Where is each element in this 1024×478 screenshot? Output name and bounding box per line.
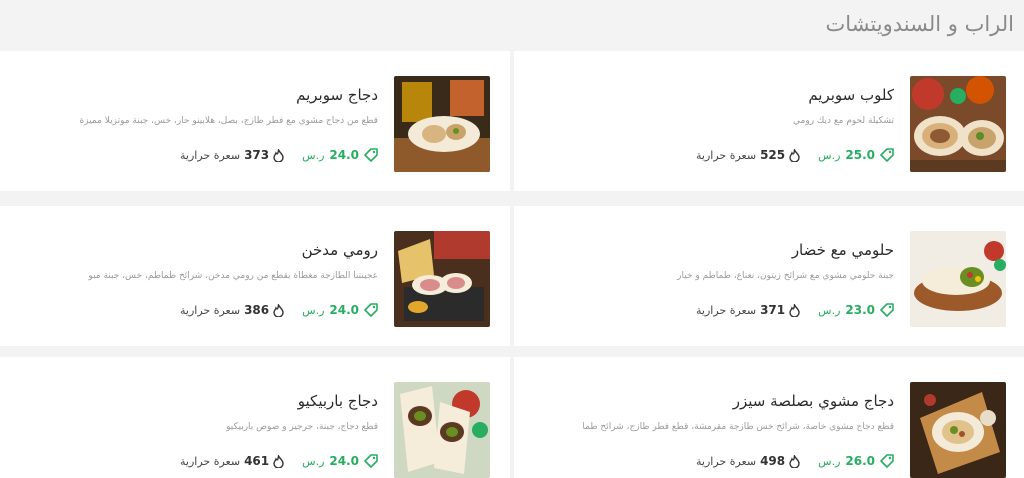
price-value: 25.0 [845, 148, 875, 162]
price-value: 24.0 [329, 148, 359, 162]
item-description: تشكيلة لحوم مع ديك رومي [793, 116, 894, 126]
wrap-photo [910, 382, 1006, 478]
flame-icon [789, 454, 800, 468]
item-description: قطع دجاج، جبنة، جرجير و صوص باربيكيو [226, 422, 378, 432]
calories-label: سعرة حرارية [180, 454, 241, 468]
price-value: 26.0 [845, 454, 875, 468]
menu-item-card[interactable]: دجاج باربيكيو قطع دجاج، جبنة، جرجير و صو… [0, 357, 510, 478]
calories: 525 سعرة حرارية [696, 148, 800, 162]
calories: 461 سعرة حرارية [180, 454, 284, 468]
flame-icon [273, 303, 284, 317]
wrap-photo [394, 382, 490, 478]
calories-label: سعرة حرارية [696, 148, 757, 162]
flame-icon [273, 454, 284, 468]
calories-label: سعرة حرارية [696, 303, 757, 317]
price: 23.0 ر.س [818, 303, 894, 317]
menu-item-card[interactable]: رومي مدخن عجينتنا الطازجة مغطاة بقطع من … [0, 206, 510, 346]
section-title: الراب و السندويتشات [825, 12, 1014, 36]
item-name: رومي مدخن [301, 241, 378, 259]
wrap-photo [394, 231, 490, 327]
item-description: قطع دجاج مشوي خاصة، شرائح خس طازجة مقرمش… [582, 422, 894, 432]
item-meta: 24.0 ر.س 461 سعرة حرارية [180, 454, 378, 468]
flame-icon [789, 303, 800, 317]
calories-label: سعرة حرارية [696, 454, 757, 468]
calories-value: 525 [760, 148, 786, 162]
menu-item-card[interactable]: دجاج مشوي بصلصة سيزر قطع دجاج مشوي خاصة،… [514, 357, 1024, 478]
price-currency: ر.س [302, 454, 325, 468]
price: 24.0 ر.س [302, 454, 378, 468]
item-name: دجاج مشوي بصلصة سيزر [732, 392, 894, 410]
price-tag-icon [880, 303, 894, 317]
price-tag-icon [880, 148, 894, 162]
item-description: عجينتنا الطازجة مغطاة بقطع من رومي مدخن،… [88, 271, 378, 281]
menu-item-card[interactable]: حلومي مع خضار جبنة حلومي مشوي مع شرائح ز… [514, 206, 1024, 346]
calories-value: 371 [760, 303, 786, 317]
item-name: حلومي مع خضار [791, 241, 894, 259]
price: 26.0 ر.س [818, 454, 894, 468]
calories: 371 سعرة حرارية [696, 303, 800, 317]
price: 24.0 ر.س [302, 303, 378, 317]
calories-value: 461 [244, 454, 270, 468]
item-name: دجاج باربيكيو [297, 392, 378, 410]
menu-item-card[interactable]: دجاج سوبريم قطع من دجاج مشوي مع فطر طازج… [0, 51, 510, 191]
calories: 498 سعرة حرارية [696, 454, 800, 468]
wrap-photo [910, 231, 1006, 327]
item-meta: 24.0 ر.س 373 سعرة حرارية [180, 148, 378, 162]
price-value: 24.0 [329, 303, 359, 317]
item-meta: 25.0 ر.س 525 سعرة حرارية [696, 148, 894, 162]
item-description: قطع من دجاج مشوي مع فطر طازج، بصل، هلابي… [79, 116, 378, 126]
flame-icon [273, 148, 284, 162]
price-currency: ر.س [818, 303, 841, 317]
price-value: 23.0 [845, 303, 875, 317]
price-currency: ر.س [818, 148, 841, 162]
item-meta: 24.0 ر.س 386 سعرة حرارية [180, 303, 378, 317]
price: 24.0 ر.س [302, 148, 378, 162]
price-tag-icon [364, 454, 378, 468]
calories: 373 سعرة حرارية [180, 148, 284, 162]
price-tag-icon [364, 148, 378, 162]
price-tag-icon [364, 303, 378, 317]
price-currency: ر.س [302, 303, 325, 317]
price-currency: ر.س [818, 454, 841, 468]
flame-icon [789, 148, 800, 162]
price-tag-icon [880, 454, 894, 468]
calories-value: 373 [244, 148, 270, 162]
menu-grid: كلوب سوبريم تشكيلة لحوم مع ديك رومي 25.0… [0, 51, 1024, 478]
calories-label: سعرة حرارية [180, 303, 241, 317]
calories: 386 سعرة حرارية [180, 303, 284, 317]
price-currency: ر.س [302, 148, 325, 162]
calories-value: 498 [760, 454, 786, 468]
item-name: دجاج سوبريم [296, 86, 378, 104]
item-name: كلوب سوبريم [808, 86, 894, 104]
price: 25.0 ر.س [818, 148, 894, 162]
item-description: جبنة حلومي مشوي مع شرائح زيتون، نعناع، ط… [677, 271, 894, 281]
wrap-photo [394, 76, 490, 172]
wrap-photo [910, 76, 1006, 172]
menu-item-card[interactable]: كلوب سوبريم تشكيلة لحوم مع ديك رومي 25.0… [514, 51, 1024, 191]
item-meta: 23.0 ر.س 371 سعرة حرارية [696, 303, 894, 317]
item-meta: 26.0 ر.س 498 سعرة حرارية [696, 454, 894, 468]
calories-label: سعرة حرارية [180, 148, 241, 162]
calories-value: 386 [244, 303, 270, 317]
price-value: 24.0 [329, 454, 359, 468]
